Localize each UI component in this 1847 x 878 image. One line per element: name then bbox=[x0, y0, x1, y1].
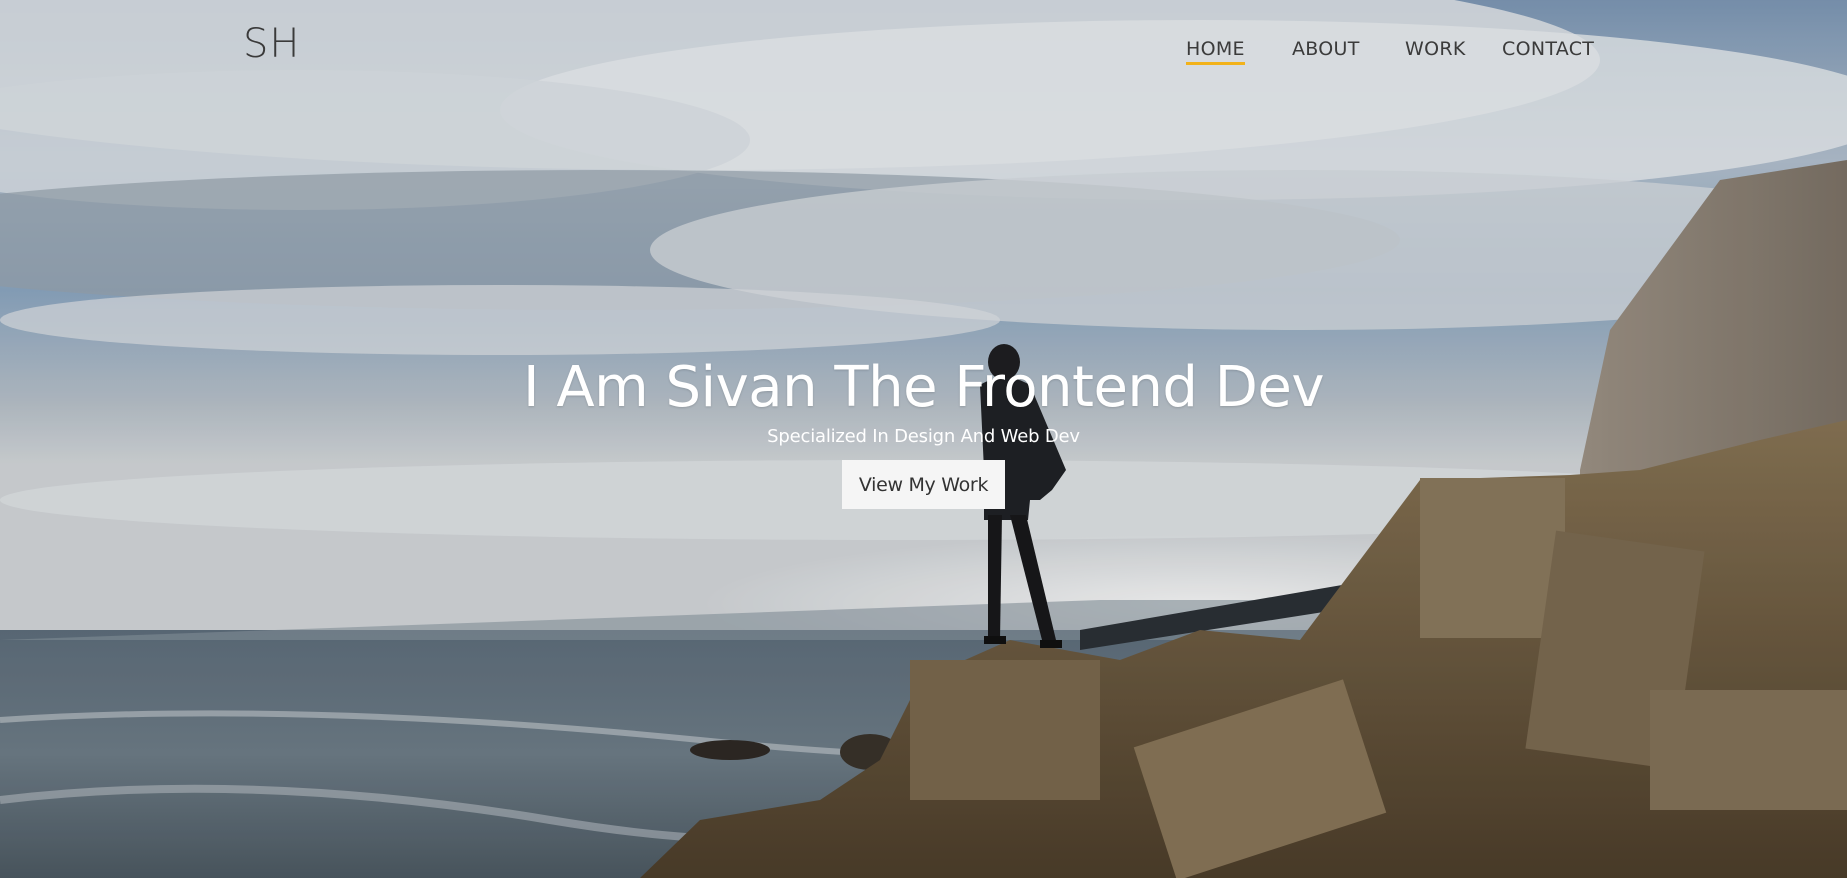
hero-subtitle: Specialized In Design And Web Dev bbox=[767, 426, 1080, 448]
hero-title: I Am Sivan The Frontend Dev bbox=[523, 355, 1324, 420]
nav-item-about[interactable]: ABOUT bbox=[1292, 38, 1360, 60]
nav-item-home[interactable]: HOME bbox=[1186, 38, 1245, 65]
nav-links: HOME ABOUT WORK CONTACT bbox=[0, 38, 1847, 68]
top-navbar: SH HOME ABOUT WORK CONTACT bbox=[0, 0, 1847, 100]
view-my-work-button[interactable]: View My Work bbox=[842, 460, 1005, 510]
nav-item-work[interactable]: WORK bbox=[1405, 38, 1466, 60]
hero-content: I Am Sivan The Frontend Dev Specialized … bbox=[0, 355, 1847, 510]
nav-item-contact[interactable]: CONTACT bbox=[1502, 38, 1594, 60]
hero-section: SH HOME ABOUT WORK CONTACT I Am Sivan Th… bbox=[0, 0, 1847, 878]
